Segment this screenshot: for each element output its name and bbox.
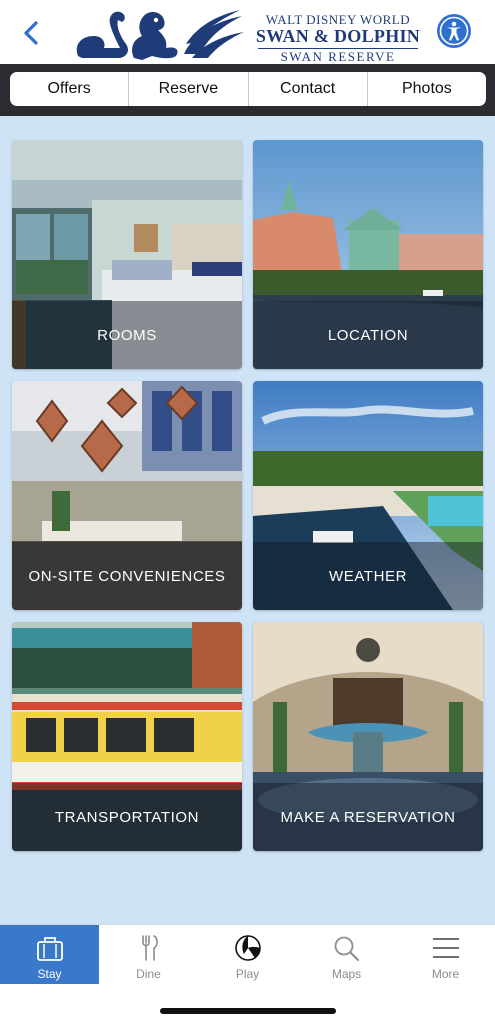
home-indicator[interactable] (160, 1008, 336, 1014)
nav-offers[interactable]: Offers (10, 72, 130, 106)
tile-label: TRANSPORTATION (54, 808, 200, 826)
accessibility-button[interactable] (437, 14, 471, 48)
back-button[interactable] (18, 18, 46, 48)
logo-text: WALT DISNEY WORLD SWAN & DOLPHIN SWAN RE… (252, 13, 424, 64)
tile-label: LOCATION (327, 326, 409, 344)
accessibility-icon (439, 16, 469, 46)
tile-label-band: TRANSPORTATION (12, 783, 242, 851)
logo-line-2: SWAN & DOLPHIN (255, 26, 421, 46)
stay-content: ROOMS LOCATION ON-SITE CONVENIENCES WEAT… (0, 116, 495, 924)
tab-stay[interactable]: Stay (0, 925, 99, 984)
menu-icon (432, 938, 459, 958)
nav-photos[interactable]: Photos (368, 72, 486, 106)
tile-label-band: ON-SITE CONVENIENCES (12, 542, 242, 610)
tab-more[interactable]: More (396, 925, 495, 984)
segmented-control: Offers Reserve Contact Photos (10, 72, 486, 106)
hotel-logo: WALT DISNEY WORLD SWAN & DOLPHIN SWAN RE… (72, 6, 427, 64)
tile-label-band: MAKE A RESERVATION (253, 783, 483, 851)
tab-maps[interactable]: Maps (297, 925, 396, 984)
nav-contact[interactable]: Contact (249, 72, 368, 106)
tile-label: ROOMS (97, 326, 157, 344)
bottom-tab-bar: Stay Dine Play Maps More (0, 924, 495, 984)
tile-label-band: ROOMS (12, 301, 242, 369)
logo-line-1: WALT DISNEY WORLD (265, 12, 411, 27)
home-indicator-area (0, 984, 495, 1024)
tab-label: Play (235, 967, 260, 981)
tile-label: MAKE A RESERVATION (280, 808, 456, 826)
tile-rooms[interactable]: ROOMS (12, 140, 242, 369)
tab-label: Stay (37, 967, 62, 981)
tile-label: ON-SITE CONVENIENCES (28, 567, 226, 585)
tab-dine[interactable]: Dine (99, 925, 198, 984)
search-icon (334, 936, 359, 961)
logo-line-3: SWAN RESERVE (258, 48, 418, 64)
tile-location[interactable]: LOCATION (253, 140, 483, 369)
tile-on-site-conveniences[interactable]: ON-SITE CONVENIENCES (12, 381, 242, 610)
nav-reserve[interactable]: Reserve (129, 72, 249, 106)
beach-ball-icon (234, 935, 261, 961)
tab-label: Dine (136, 967, 161, 981)
tile-weather[interactable]: WEATHER (253, 381, 483, 610)
tile-label-band: LOCATION (253, 301, 483, 369)
tab-play[interactable]: Play (198, 925, 297, 984)
app-header: WALT DISNEY WORLD SWAN & DOLPHIN SWAN RE… (0, 0, 495, 64)
chevron-left-icon (24, 21, 38, 45)
section-nav-bar: Offers Reserve Contact Photos (0, 64, 495, 116)
tab-label: Maps (331, 967, 362, 981)
tile-label: WEATHER (328, 567, 408, 585)
tile-transportation[interactable]: TRANSPORTATION (12, 622, 242, 851)
tab-label: More (431, 967, 460, 981)
swan-dolphin-logo-icon (76, 10, 244, 60)
tile-label-band: WEATHER (253, 542, 483, 610)
suitcase-icon (36, 937, 63, 961)
tile-make-a-reservation[interactable]: MAKE A RESERVATION (253, 622, 483, 851)
fork-knife-icon (141, 935, 158, 961)
